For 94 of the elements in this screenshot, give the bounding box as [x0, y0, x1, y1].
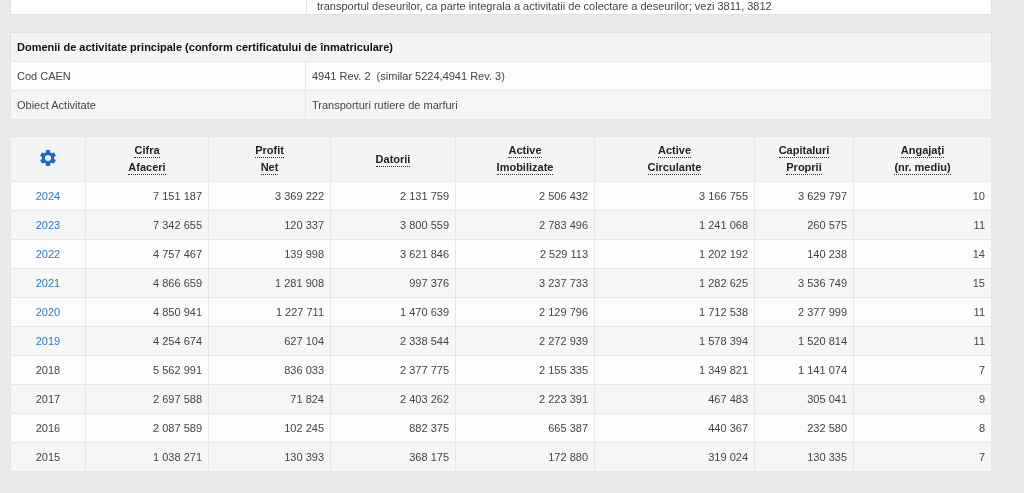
table-cell: 3 629 797: [754, 181, 854, 211]
table-cell: 130 335: [754, 442, 854, 472]
table-cell: 3 536 749: [754, 268, 854, 298]
table-cell: 140 238: [754, 239, 854, 269]
table-cell: 368 175: [330, 442, 456, 472]
activity-description: transportul deseurilor, ca parte integrala a activitatii de colectare a deseurilor; vezi 3811, 3812: [306, 0, 991, 14]
table-cell: 8: [853, 413, 992, 443]
table-cell: 1 470 639: [330, 297, 456, 327]
table-cell: 1 281 908: [208, 268, 331, 298]
table-cell: 5 562 991: [85, 355, 209, 385]
year-link[interactable]: 2024: [35, 190, 61, 202]
table-cell: 2 223 391: [455, 384, 595, 414]
column-header[interactable]: Active Circulante: [594, 136, 755, 182]
table-cell: 130 393: [208, 442, 331, 472]
year-text: 2017: [35, 393, 61, 405]
field-label: Cod CAEN: [10, 61, 306, 91]
year-text: 2016: [35, 422, 61, 434]
table-cell: 120 337: [208, 210, 331, 240]
table-cell: 1 141 074: [754, 355, 854, 385]
table-cell: 2 377 999: [754, 297, 854, 327]
table-cell: 2 529 113: [455, 239, 595, 269]
table-cell: 4 757 467: [85, 239, 209, 269]
table-cell: 71 824: [208, 384, 331, 414]
field-value: 4941 Rev. 2 (similar 5224,4941 Rev. 3): [305, 61, 992, 91]
table-cell: 2 338 544: [330, 326, 456, 356]
table-cell: 7 342 655: [85, 210, 209, 240]
table-cell: 15: [853, 268, 992, 298]
table-cell: 139 998: [208, 239, 331, 269]
column-header[interactable]: Capitaluri Proprii: [754, 136, 854, 182]
table-cell: 467 483: [594, 384, 755, 414]
table-cell: 14: [853, 239, 992, 269]
table-cell: 665 387: [455, 413, 595, 443]
column-header[interactable]: Active Imobilizate: [455, 136, 595, 182]
table-cell: 1 712 538: [594, 297, 755, 327]
year-link[interactable]: 2020: [35, 306, 61, 318]
table-cell: 4 254 674: [85, 326, 209, 356]
section-title: Domenii de activitate principale (conform certificatului de înmatriculare): [10, 32, 992, 62]
table-cell: 1 349 821: [594, 355, 755, 385]
column-header[interactable]: Angajați (nr. mediu): [853, 136, 992, 182]
table-cell: 7: [853, 442, 992, 472]
column-header[interactable]: Datorii: [330, 136, 456, 182]
table-cell: 3 237 733: [455, 268, 595, 298]
table-cell: 305 041: [754, 384, 854, 414]
table-cell: 11: [853, 297, 992, 327]
table-cell: 7: [853, 355, 992, 385]
table-cell: 232 580: [754, 413, 854, 443]
table-cell: 11: [853, 326, 992, 356]
table-cell: 4 866 659: [85, 268, 209, 298]
table-cell: 172 880: [455, 442, 595, 472]
table-cell: 2 403 262: [330, 384, 456, 414]
table-cell: 3 166 755: [594, 181, 755, 211]
table-cell: 440 367: [594, 413, 755, 443]
year-text: 2018: [35, 364, 61, 376]
table-cell: 2 506 432: [455, 181, 595, 211]
table-cell: 2 087 589: [85, 413, 209, 443]
table-cell: 102 245: [208, 413, 331, 443]
table-cell: 1 202 192: [594, 239, 755, 269]
table-cell: 2 131 759: [330, 181, 456, 211]
table-cell: 836 033: [208, 355, 331, 385]
column-header[interactable]: Profit Net: [208, 136, 331, 182]
table-cell: 10: [853, 181, 992, 211]
table-cell: 882 375: [330, 413, 456, 443]
table-cell: 1 578 394: [594, 326, 755, 356]
table-cell: 2 377 775: [330, 355, 456, 385]
table-cell: 9: [853, 384, 992, 414]
column-header[interactable]: Cifra Afaceri: [85, 136, 209, 182]
table-cell: 260 575: [754, 210, 854, 240]
year-link[interactable]: 2023: [35, 219, 61, 231]
table-cell: 1 520 814: [754, 326, 854, 356]
table-cell: 3 800 559: [330, 210, 456, 240]
table-cell: 627 104: [208, 326, 331, 356]
field-label: Obiect Activitate: [10, 90, 306, 120]
table-cell: 3 621 846: [330, 239, 456, 269]
table-cell: 2 155 335: [455, 355, 595, 385]
table-cell: 1 227 711: [208, 297, 331, 327]
table-cell: 11: [853, 210, 992, 240]
table-cell: 2 272 939: [455, 326, 595, 356]
table-cell: 2 697 588: [85, 384, 209, 414]
table-cell: 997 376: [330, 268, 456, 298]
table-cell: 1 241 068: [594, 210, 755, 240]
table-cell: 1 038 271: [85, 442, 209, 472]
field-value: Transporturi rutiere de marfuri: [305, 90, 992, 120]
year-link[interactable]: 2022: [35, 248, 61, 260]
table-cell: 2 129 796: [455, 297, 595, 327]
table-cell: 1 282 625: [594, 268, 755, 298]
year-text: 2015: [35, 451, 61, 463]
table-cell: 3 369 222: [208, 181, 331, 211]
settings-icon[interactable]: [38, 148, 58, 168]
table-cell: 7 151 187: [85, 181, 209, 211]
table-cell: 2 783 496: [455, 210, 595, 240]
table-cell: 4 850 941: [85, 297, 209, 327]
year-link[interactable]: 2019: [35, 335, 61, 347]
table-cell: 319 024: [594, 442, 755, 472]
year-link[interactable]: 2021: [35, 277, 61, 289]
